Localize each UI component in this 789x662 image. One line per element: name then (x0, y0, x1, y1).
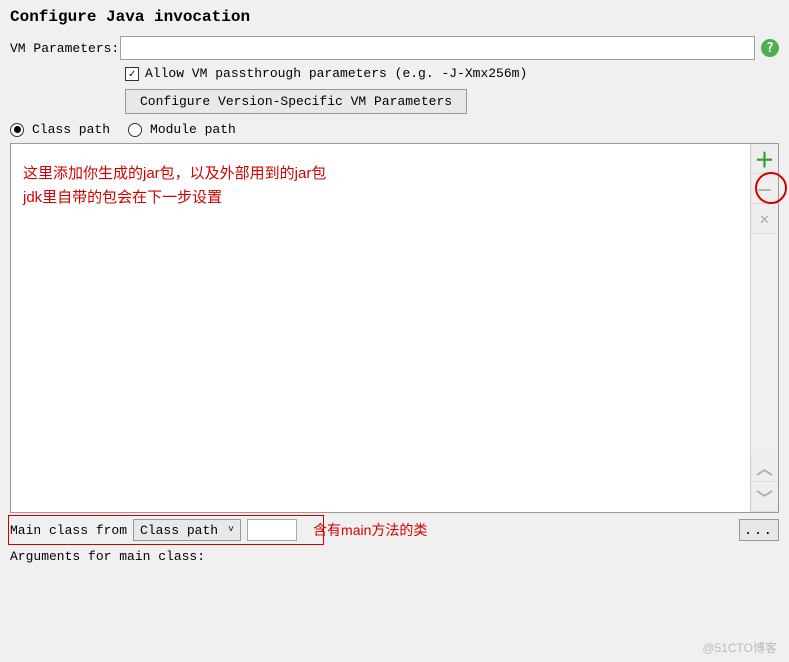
main-class-row: Main class from Class path ˅ 含有main方法的类 … (10, 519, 779, 541)
help-icon[interactable]: ? (761, 39, 779, 57)
main-class-label: Main class from (10, 523, 127, 538)
class-path-label: Class path (32, 122, 110, 137)
annotation-main-class: 含有main方法的类 (313, 520, 427, 540)
side-button-bar: ＋ － ✕ ︿ ﹀ (750, 144, 778, 512)
allow-passthrough-row[interactable]: ✓ Allow VM passthrough parameters (e.g. … (125, 66, 779, 81)
add-icon[interactable]: ＋ (751, 144, 778, 174)
watermark: @51CTO博客 (702, 639, 777, 656)
delete-icon: ✕ (751, 204, 778, 234)
side-spacer (751, 234, 778, 452)
arguments-label: Arguments for main class: (10, 549, 779, 564)
allow-passthrough-label: Allow VM passthrough parameters (e.g. -J… (145, 66, 527, 81)
class-path-radio[interactable] (10, 123, 24, 137)
annotation-line1: 这里添加你生成的jar包，以及外部用到的jar包 (23, 162, 326, 186)
module-path-label: Module path (150, 122, 236, 137)
main-class-source-dropdown[interactable]: Class path ˅ (133, 519, 241, 541)
move-up-icon: ︿ (751, 452, 778, 482)
classpath-list-area: 这里添加你生成的jar包，以及外部用到的jar包 jdk里自带的包会在下一步设置… (10, 143, 779, 513)
main-class-input[interactable] (247, 519, 297, 541)
annotation-line2: jdk里自带的包会在下一步设置 (23, 186, 326, 210)
annotation-list: 这里添加你生成的jar包，以及外部用到的jar包 jdk里自带的包会在下一步设置 (23, 162, 326, 210)
remove-icon: － (751, 174, 778, 204)
vm-parameters-input[interactable] (120, 36, 755, 60)
page-heading: Configure Java invocation (10, 8, 779, 26)
classpath-list[interactable]: 这里添加你生成的jar包，以及外部用到的jar包 jdk里自带的包会在下一步设置 (11, 144, 750, 512)
configure-version-button[interactable]: Configure Version-Specific VM Parameters (125, 89, 467, 114)
vm-parameters-row: VM Parameters: ? (10, 36, 779, 60)
module-path-radio[interactable] (128, 123, 142, 137)
vm-parameters-label: VM Parameters: (10, 41, 120, 56)
browse-button[interactable]: ... (739, 519, 779, 541)
path-mode-group: Class path Module path (10, 122, 779, 137)
dropdown-value: Class path (140, 523, 218, 538)
chevron-down-icon: ˅ (228, 525, 234, 536)
move-down-icon: ﹀ (751, 482, 778, 512)
allow-passthrough-checkbox[interactable]: ✓ (125, 67, 139, 81)
